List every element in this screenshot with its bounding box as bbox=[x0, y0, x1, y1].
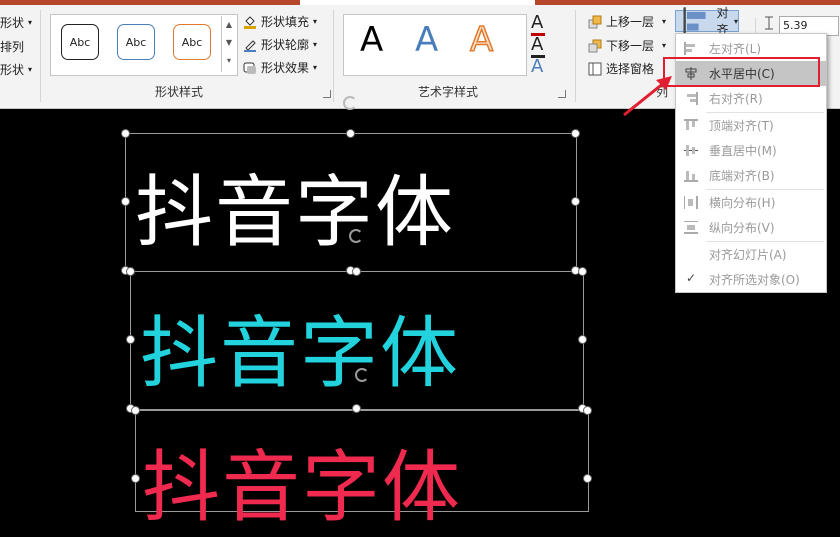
text-effects-icon[interactable]: A bbox=[531, 56, 543, 77]
align-middle-icon bbox=[684, 145, 698, 156]
menu-item-distribute-horizontal[interactable]: 横向分布(H) bbox=[676, 190, 826, 215]
wordart-blue[interactable]: A bbox=[415, 20, 438, 60]
text-outline-icon[interactable]: A bbox=[531, 34, 545, 58]
wordart-black[interactable]: A bbox=[360, 20, 383, 60]
menu-item-align-selected[interactable]: ✓ 对齐所选对象(O) bbox=[676, 267, 826, 292]
rotate-handle-icon[interactable] bbox=[349, 229, 363, 243]
gallery-scroll[interactable]: ▲ ▼ ▾ bbox=[221, 16, 236, 72]
resize-handle[interactable] bbox=[578, 267, 587, 276]
shape-outline-button[interactable]: 形状轮廓 ▾ bbox=[243, 36, 317, 53]
text-box-1[interactable]: 抖音字体 bbox=[135, 150, 455, 262]
menu-item-align-bottom[interactable]: 底端对齐(B) bbox=[676, 163, 826, 188]
send-backward-icon bbox=[588, 39, 602, 52]
shape-fill-button[interactable]: 形状填充 ▾ bbox=[243, 13, 317, 30]
resize-handle[interactable] bbox=[352, 267, 361, 276]
menu-item-align-right[interactable]: 右对齐(R) bbox=[676, 86, 826, 111]
align-top-icon bbox=[684, 119, 698, 130]
resize-handle[interactable] bbox=[121, 129, 130, 138]
resize-handle[interactable] bbox=[131, 406, 140, 415]
dialog-launcher-icon[interactable] bbox=[323, 90, 331, 98]
resize-handle[interactable] bbox=[126, 335, 135, 344]
align-button[interactable]: 对齐 ▾ bbox=[675, 6, 739, 37]
menu-item-align-middle[interactable]: 垂直居中(M) bbox=[676, 138, 826, 163]
pencil-icon bbox=[244, 39, 256, 52]
text-box-3[interactable]: 抖音字体 bbox=[142, 425, 462, 537]
resize-handle[interactable] bbox=[352, 404, 361, 413]
paint-bucket-icon bbox=[244, 15, 256, 29]
wordart-orange[interactable]: A bbox=[469, 19, 494, 61]
shape-style-black[interactable]: Abc bbox=[61, 24, 99, 60]
resize-handle[interactable] bbox=[126, 267, 135, 276]
resize-handle[interactable] bbox=[121, 197, 130, 206]
wordart-launcher-icon[interactable] bbox=[558, 90, 566, 98]
title-accent-strip bbox=[0, 0, 840, 5]
check-icon: ✓ bbox=[686, 271, 697, 285]
shape-style-blue[interactable]: Abc bbox=[117, 24, 155, 60]
rotate-handle-icon[interactable] bbox=[343, 96, 357, 110]
distribute-vertical-icon bbox=[684, 221, 698, 234]
resize-handle[interactable] bbox=[583, 474, 592, 483]
align-right-icon bbox=[687, 92, 698, 105]
selection-pane-icon bbox=[588, 62, 602, 75]
shape-effects-button[interactable]: 形状效果 ▾ bbox=[243, 59, 317, 76]
resize-handle[interactable] bbox=[578, 335, 587, 344]
bring-forward-icon bbox=[588, 15, 602, 28]
resize-handle[interactable] bbox=[571, 197, 580, 206]
text-box-2[interactable]: 抖音字体 bbox=[140, 291, 460, 403]
bring-forward-button[interactable]: 上移一层 ▾ bbox=[588, 13, 666, 30]
shape-partial-1[interactable]: 形状 ▾ bbox=[0, 14, 32, 31]
annotation-highlight-box bbox=[663, 57, 820, 87]
shape-style-orange[interactable]: Abc bbox=[173, 24, 211, 60]
send-backward-button[interactable]: 下移一层 ▾ bbox=[588, 37, 666, 54]
height-icon bbox=[762, 16, 776, 30]
align-left-icon bbox=[684, 42, 695, 55]
shape-partial-2[interactable]: 形状 ▾ bbox=[0, 61, 32, 78]
arrange-partial[interactable]: 排列 bbox=[0, 38, 24, 55]
resize-handle[interactable] bbox=[583, 406, 592, 415]
wordart-group-label: 艺术字样式 bbox=[418, 85, 479, 99]
menu-item-distribute-vertical[interactable]: 纵向分布(V) bbox=[676, 215, 826, 240]
resize-handle[interactable] bbox=[131, 474, 140, 483]
distribute-horizontal-icon bbox=[684, 196, 698, 209]
align-bottom-icon bbox=[684, 171, 698, 182]
resize-handle[interactable] bbox=[571, 129, 580, 138]
rotate-handle-icon[interactable] bbox=[355, 368, 369, 382]
resize-handle[interactable] bbox=[346, 129, 355, 138]
menu-item-align-to-slide[interactable]: 对齐幻灯片(A) bbox=[676, 242, 826, 267]
menu-item-align-top[interactable]: 顶端对齐(T) bbox=[676, 113, 826, 138]
shape-styles-group-label: 形状样式 bbox=[155, 85, 204, 99]
shape-effects-icon bbox=[243, 62, 256, 74]
text-fill-icon[interactable]: A bbox=[531, 12, 545, 36]
